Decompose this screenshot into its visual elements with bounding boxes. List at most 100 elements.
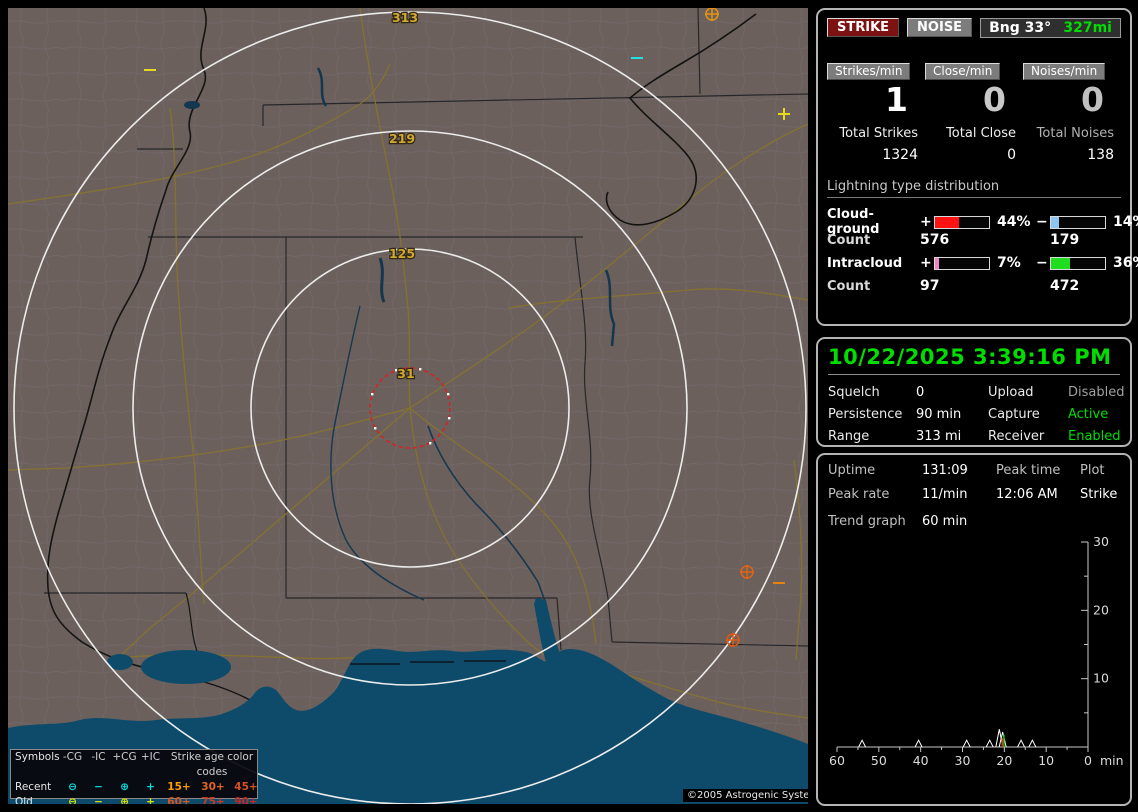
status-label: Upload xyxy=(988,385,1034,400)
age-code-15+: 15+ xyxy=(167,781,191,793)
legend-age-label: Old xyxy=(15,796,33,804)
stats-grid: Uptime 131:09 Peak time Plot Peak rate 1… xyxy=(828,463,1120,502)
peak-time-value: 12:06 AM xyxy=(996,487,1058,502)
legend-col-neg-ic: -IC xyxy=(91,751,106,763)
noise-mode-button[interactable]: NOISE xyxy=(907,18,973,37)
legend-header-row: Symbols -CG -IC +CG +IC Strike age color… xyxy=(11,750,257,780)
positive-percent: 7% xyxy=(997,255,1021,272)
ring-label-219: 219 xyxy=(389,131,415,146)
strike-rate-peaks xyxy=(858,729,1037,748)
nexstorm-window: { "map": { "ring_labels": [ {"text": "31… xyxy=(0,0,1138,812)
copyright-label: ©2005 Astrogenic Systems xyxy=(683,789,808,802)
counter-noises-min: Noises/min 0 Total Noises 138 xyxy=(1023,60,1114,163)
strike-counter-panel: STRIKE NOISE Bng 33° 327mi Strikes/min 1 T… xyxy=(816,8,1138,326)
age-code-45+: 45+ xyxy=(234,781,258,793)
ring-label-313: 313 xyxy=(392,10,418,25)
stats-trend-panel: Uptime 131:09 Peak time Plot Peak rate 1… xyxy=(816,453,1132,806)
age-code-30+: 30+ xyxy=(201,781,225,793)
plot-value: Strike xyxy=(1080,487,1118,502)
distribution-count-row: Count 97 472 xyxy=(827,273,1121,299)
status-grid: Squelch 0 Upload Disabled Persistence 90 min C… xyxy=(828,385,1124,444)
trend-axis-labels: 10 20 30 60 50 40 30 20 10 0 min xyxy=(829,535,1124,768)
rate-counters: Strikes/min 1 Total Strikes 1324 Close/min 0 T… xyxy=(827,60,1121,163)
age-code-60+: 60+ xyxy=(167,796,191,804)
total-value: 1324 xyxy=(882,147,918,164)
peak-time-label: Peak time xyxy=(996,463,1061,478)
trend-graph-label: Trend graph xyxy=(828,514,906,529)
positive-count: 97 xyxy=(920,278,940,295)
peak-rate-label: Peak rate xyxy=(828,487,890,502)
neg-ic-symbol-icon: − xyxy=(94,781,103,793)
strikes-min-header[interactable]: Strikes/min xyxy=(827,63,911,80)
status-value: 90 min xyxy=(916,407,962,422)
positive-count: 576 xyxy=(920,232,950,249)
positive-percent: 44% xyxy=(997,214,1031,231)
status-label: Persistence xyxy=(828,407,903,422)
legend-col-pos-cg: +CG xyxy=(112,751,137,763)
legend-col-pos-ic: +IC xyxy=(140,751,161,763)
svg-text:40: 40 xyxy=(913,753,929,768)
legend-age-header: Strike age color codes xyxy=(170,751,254,778)
legend-symbols-header: Symbols xyxy=(15,751,60,763)
pos-cg-symbol-icon: ⊕ xyxy=(120,796,129,804)
svg-text:10: 10 xyxy=(1093,671,1109,686)
counter-strikes-min: Strikes/min 1 Total Strikes 1324 xyxy=(827,60,918,163)
uptime-value: 131:09 xyxy=(922,463,968,478)
map-canvas: 313 219 125 31 xyxy=(8,8,808,804)
positive-bar xyxy=(934,215,990,229)
status-label: Range xyxy=(828,429,870,444)
trend-graph: 10 20 30 60 50 40 30 20 10 0 min xyxy=(829,535,1124,768)
negative-count: 472 xyxy=(1050,278,1080,295)
distribution-title: Lightning type distribution xyxy=(827,179,1121,199)
negative-bar xyxy=(1050,215,1106,229)
strike-mode-button[interactable]: STRIKE xyxy=(827,18,900,37)
svg-text:60: 60 xyxy=(829,753,845,768)
status-label: Squelch xyxy=(828,385,880,400)
positive-sign: + xyxy=(920,214,932,231)
lightning-map[interactable]: 313 219 125 31 Symbols -CG -IC +CG +IC Stri… xyxy=(8,8,808,804)
bearing-value: Bng 33° xyxy=(989,20,1052,36)
noises-min-header[interactable]: Noises/min xyxy=(1023,63,1106,80)
total-label: Total Strikes xyxy=(839,126,918,142)
close-min-header[interactable]: Close/min xyxy=(925,63,1001,80)
plot-label: Plot xyxy=(1080,463,1105,478)
count-label: Count xyxy=(827,232,871,248)
negative-sign: − xyxy=(1036,214,1048,231)
trend-axes xyxy=(836,541,1089,752)
total-label: Total Noises xyxy=(1036,126,1114,142)
svg-text:min: min xyxy=(1100,753,1124,768)
age-code-90+: 90+ xyxy=(234,796,258,804)
neg-cg-symbol-icon: ⊖ xyxy=(68,781,77,793)
counter-close-min: Close/min 0 Total Close 0 xyxy=(925,60,1016,163)
status-value: Active xyxy=(1068,407,1109,422)
count-label: Count xyxy=(827,278,871,294)
pos-cg-symbol-icon: ⊕ xyxy=(120,781,129,793)
legend-age-label: Recent xyxy=(15,781,52,793)
legend-col-neg-cg: -CG xyxy=(62,751,83,763)
svg-text:10: 10 xyxy=(1038,753,1054,768)
svg-text:30: 30 xyxy=(1093,535,1109,549)
bearing-range-value: 327mi xyxy=(1063,20,1112,36)
negative-count: 179 xyxy=(1050,232,1080,249)
status-value: 0 xyxy=(916,385,925,400)
counter-value: 1 xyxy=(885,80,908,119)
total-value: 0 xyxy=(1007,147,1016,164)
pos-ic-symbol-icon: + xyxy=(146,781,155,793)
ring-label-125: 125 xyxy=(389,246,415,261)
positive-sign: + xyxy=(920,255,932,272)
status-label: Capture xyxy=(988,407,1040,422)
counter-value: 0 xyxy=(983,80,1006,119)
svg-text:20: 20 xyxy=(996,753,1012,768)
negative-percent: 14% xyxy=(1113,214,1138,231)
distribution-type-label: Intracloud xyxy=(827,255,903,271)
neg-cg-symbol-icon: ⊖ xyxy=(68,796,77,804)
total-value: 138 xyxy=(1087,147,1114,164)
neg-ic-symbol-icon: − xyxy=(94,796,103,804)
svg-text:0: 0 xyxy=(1084,753,1092,768)
legend-row-old: Old ⊖ − ⊕ +60+ 75+ 90+ xyxy=(11,795,258,804)
status-value: Disabled xyxy=(1068,385,1125,400)
status-value: 313 mi xyxy=(916,429,962,444)
lightning-distribution: Lightning type distribution Cloud-ground… xyxy=(827,179,1138,299)
status-value: Enabled xyxy=(1068,429,1121,444)
status-label: Receiver xyxy=(988,429,1045,444)
